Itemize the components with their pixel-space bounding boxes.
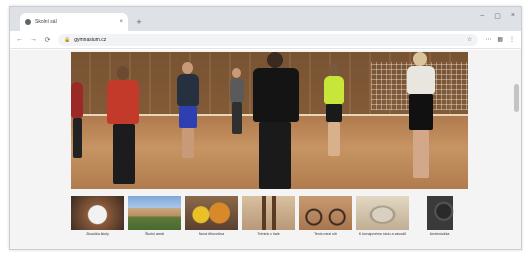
thumbnail-item[interactable]: Nová tělocvična: [185, 196, 238, 248]
thumbnail-caption: K turnajovému stolu a závodů: [358, 232, 407, 236]
reload-button[interactable]: ⟳: [44, 36, 51, 44]
thumbnail-caption: Nová tělocvična: [198, 232, 225, 236]
player-navy-shirt: [174, 62, 202, 162]
browser-window: Školní sál × + – ▢ × ← → ⟳ 🔒 gymnasium.c…: [9, 6, 522, 250]
camera-photo-icon: [413, 196, 466, 230]
bicycle-photo-icon: [299, 196, 352, 230]
thumbnail-caption: Školní areál: [145, 232, 164, 236]
tab-strip: Školní sál × + – ▢ ×: [10, 7, 521, 31]
building-photo-icon: [128, 196, 181, 230]
maximize-button[interactable]: ▢: [494, 12, 501, 20]
thumbnail-item[interactable]: Trénink v hale: [242, 196, 295, 248]
thumbnail-caption: Archeoložka: [429, 232, 450, 236]
url-text[interactable]: gymnasium.cz: [74, 37, 463, 43]
thumbnail-item[interactable]: Zkouška školy: [71, 196, 124, 248]
close-window-button[interactable]: ×: [511, 12, 515, 20]
tab-close-icon[interactable]: ×: [119, 19, 123, 25]
menu-icon[interactable]: ⋮: [509, 36, 515, 43]
thumbnail-item[interactable]: Školní areál: [128, 196, 181, 248]
thumbnail-item[interactable]: K turnajovému stolu a závodů: [356, 196, 409, 248]
player-background-grey: [228, 68, 246, 138]
back-button[interactable]: ←: [16, 36, 23, 43]
toolbar-right-icons: ⋯ ▦ ⋮: [485, 36, 515, 43]
window-controls: – ▢ ×: [480, 12, 515, 20]
apps-icon[interactable]: ▦: [497, 36, 503, 43]
player-red-shirt: [103, 66, 143, 186]
address-bar[interactable]: 🔒 gymnasium.cz ☆: [58, 33, 479, 46]
gym-equipment-photo-icon: [242, 196, 295, 230]
lock-icon: 🔒: [64, 36, 71, 43]
forward-button[interactable]: →: [30, 36, 37, 43]
tab-title: Školní sál: [35, 19, 57, 25]
player-yellow-shirt: [321, 64, 347, 160]
favicon-icon: [25, 19, 31, 25]
bookmark-star-icon[interactable]: ☆: [467, 36, 472, 43]
player-white-shirt: [401, 52, 441, 182]
thumbnail-item[interactable]: Archeoložka: [413, 196, 466, 248]
thumbnail-gallery: Zkouška školy Školní areál Nová tělocvič…: [71, 196, 468, 248]
thumbnail-item[interactable]: Tenis mezi sítí: [299, 196, 352, 248]
player-left-edge: [71, 82, 85, 162]
trophy-photo-icon: [356, 196, 409, 230]
sport-balls-photo-icon: [185, 196, 238, 230]
page-scrollbar[interactable]: [514, 84, 519, 112]
thumbnail-caption: Tenis mezi sítí: [314, 232, 337, 236]
ball-photo-icon: [71, 196, 124, 230]
player-black-shirt-center: [247, 52, 307, 189]
tab-active[interactable]: Školní sál ×: [20, 13, 128, 31]
thumbnail-caption: Trénink v hale: [257, 232, 280, 236]
minimize-button[interactable]: –: [480, 12, 484, 20]
thumbnail-caption: Zkouška školy: [86, 232, 109, 236]
extensions-icon[interactable]: ⋯: [485, 36, 491, 43]
browser-toolbar: ← → ⟳ 🔒 gymnasium.cz ☆ ⋯ ▦ ⋮: [10, 31, 521, 49]
page-viewport: Zkouška školy Školní areál Nová tělocvič…: [10, 50, 521, 249]
new-tab-button[interactable]: +: [133, 16, 145, 28]
hero-photo-gym[interactable]: [71, 52, 468, 189]
